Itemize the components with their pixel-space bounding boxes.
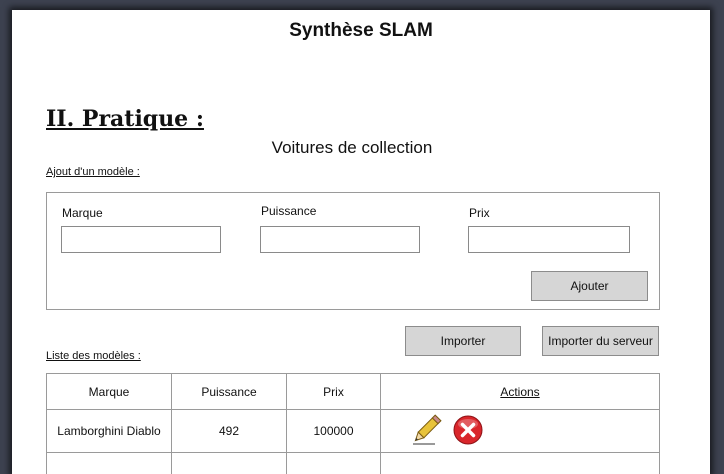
add-button[interactable]: Ajouter [531,271,648,301]
pencil-icon[interactable] [409,413,443,450]
cell-actions [380,452,660,474]
marque-label: Marque [62,206,103,220]
import-button[interactable]: Importer [405,326,521,356]
app-title: Voitures de collection [271,138,433,157]
cell-actions [380,409,660,453]
table-row [46,452,660,474]
document-page: Synthèse SLAM II. Pratique : Voitures de… [12,10,710,474]
models-table: Marque Puissance Prix Actions Lamborghin… [46,373,660,474]
section-heading: II. Pratique : [46,106,204,132]
puissance-input[interactable] [260,226,420,253]
column-header-prix: Prix [286,373,381,410]
column-header-marque: Marque [46,373,172,410]
delete-icon[interactable] [452,414,484,449]
puissance-label: Puissance [261,204,317,218]
document-title: Synthèse SLAM [289,20,433,41]
import-server-button[interactable]: Importer du serveur [542,326,659,356]
add-model-label: Ajout d'un modèle : [46,166,140,178]
cell-puissance: 492 [171,409,287,453]
add-model-form: Marque Puissance Prix Ajouter [46,192,660,310]
column-header-actions: Actions [380,373,660,410]
table-row: Lamborghini Diablo 492 100000 [46,409,660,453]
column-header-puissance: Puissance [171,373,287,410]
cell-marque: Lamborghini Diablo [46,409,172,453]
table-header-row: Marque Puissance Prix Actions [46,373,660,410]
prix-label: Prix [469,206,490,220]
prix-input[interactable] [468,226,630,253]
marque-input[interactable] [61,226,221,253]
model-list-label: Liste des modèles : [46,350,141,362]
cell-prix: 100000 [286,409,381,453]
cell-prix [286,452,381,474]
cell-marque [46,452,172,474]
cell-puissance [171,452,287,474]
